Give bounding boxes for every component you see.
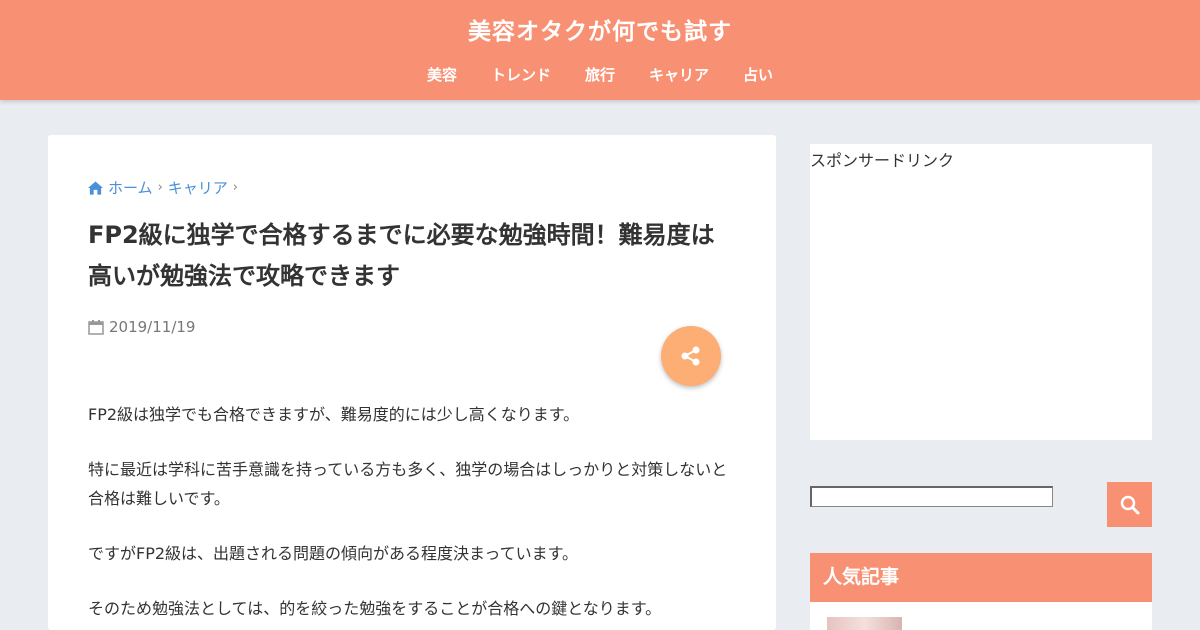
post-date: 2019/11/19 [88, 318, 195, 336]
chevron-right-icon: › [232, 180, 238, 195]
share-icon [681, 346, 700, 366]
home-icon [88, 180, 103, 195]
site-header: 美容オタクが何でも試す 美容 トレンド 旅行 キャリア 占い [0, 0, 1200, 100]
nav-item-beauty[interactable]: 美容 [410, 64, 474, 85]
search-icon [1120, 495, 1139, 514]
nav-item-trend[interactable]: トレンド [474, 64, 568, 85]
article-card: ホーム › キャリア › FP2級に独学で合格するまでに必要な勉強時間！難易度は… [48, 135, 776, 630]
article-paragraph: 特に最近は学科に苦手意識を持っている方も多く、独学の場合はしっかりと対策しないと… [88, 460, 728, 508]
article-paragraph: そのため勉強法としては、的を絞った勉強をすることが合格への鍵となります。 [88, 599, 662, 618]
breadcrumb: ホーム › キャリア › [88, 177, 243, 198]
nav-item-fortune[interactable]: 占い [726, 64, 790, 85]
breadcrumb-home[interactable]: ホーム [108, 177, 153, 198]
breadcrumb-category[interactable]: キャリア [168, 177, 228, 198]
post-date-text: 2019/11/19 [109, 318, 196, 336]
article-title: FP2級に独学で合格するまでに必要な勉強時間！難易度は高いが勉強法で攻略できます [88, 221, 715, 290]
popular-posts-list [810, 602, 1152, 630]
popular-posts-title: 人気記事 [810, 553, 1152, 602]
article-paragraph: ですがFP2級は、出題される問題の傾向がある程度決まっています。 [88, 544, 578, 563]
nav-item-career[interactable]: キャリア [632, 64, 726, 85]
share-button[interactable] [661, 326, 721, 386]
popular-post-thumbnail[interactable] [827, 617, 902, 630]
main-nav: 美容 トレンド 旅行 キャリア 占い [0, 64, 1200, 85]
chevron-right-icon: › [157, 180, 163, 195]
ad-label: スポンサードリンク [810, 151, 955, 170]
nav-item-travel[interactable]: 旅行 [568, 64, 632, 85]
search-button[interactable] [1107, 482, 1152, 527]
search-input[interactable] [810, 486, 1053, 507]
article-paragraph: FP2級は独学でも合格できますが、難易度的には少し高くなります。 [88, 405, 580, 424]
site-title[interactable]: 美容オタクが何でも試す [0, 12, 1200, 46]
calendar-icon [88, 320, 104, 335]
sponsored-ad[interactable]: スポンサードリンク [810, 144, 1152, 440]
